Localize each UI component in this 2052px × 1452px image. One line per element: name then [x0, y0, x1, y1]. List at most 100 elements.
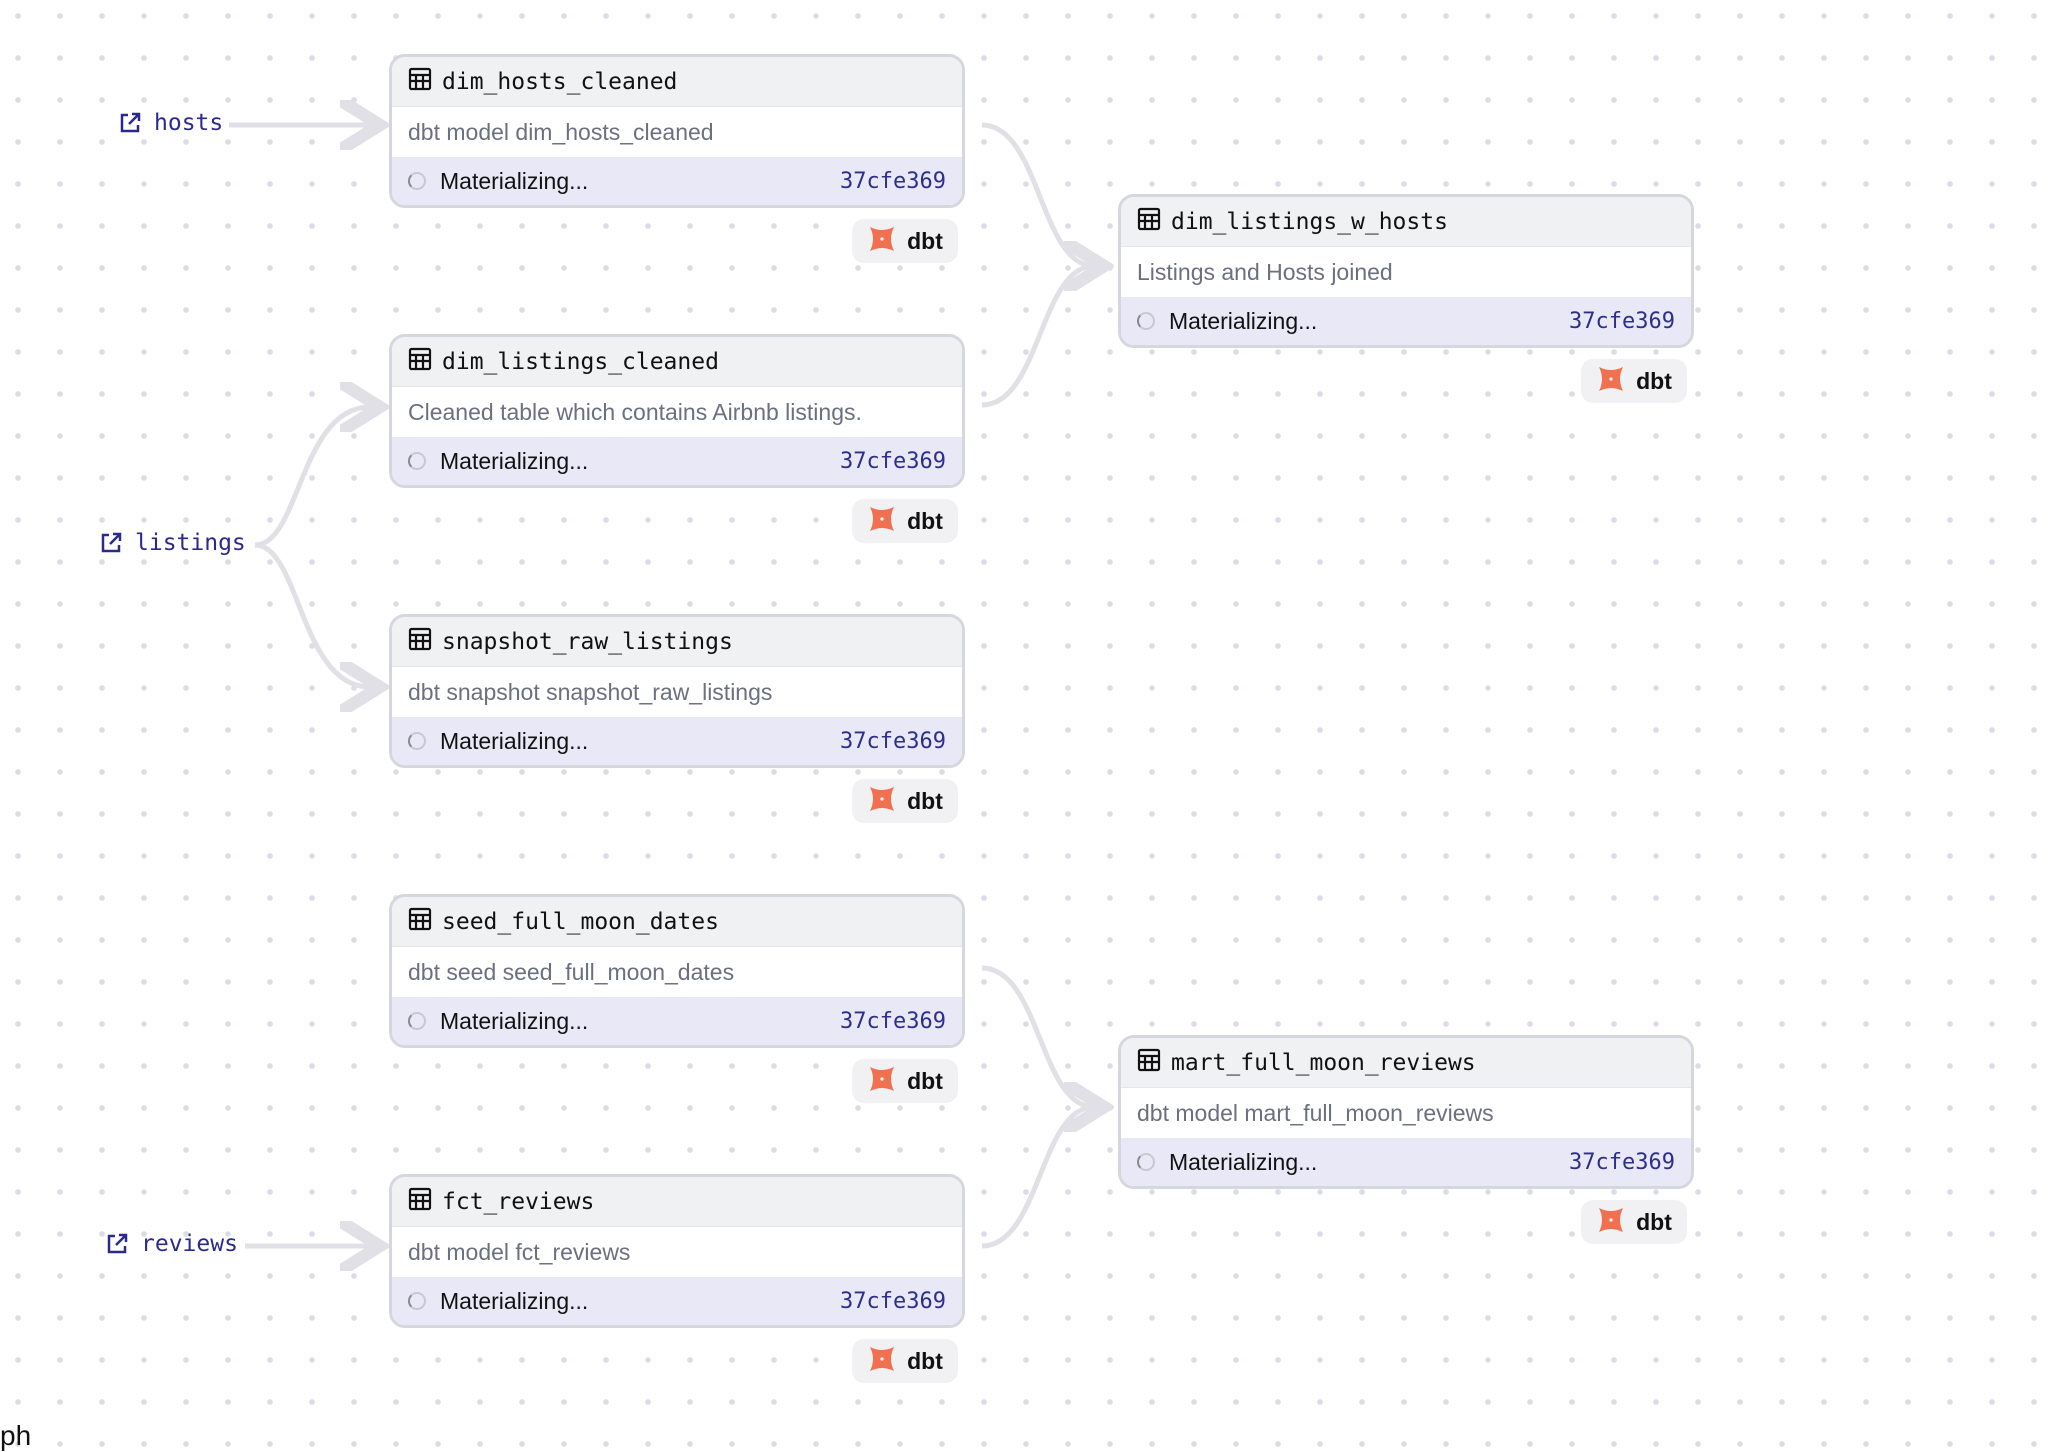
status-label: Materializing...	[440, 1007, 589, 1034]
dbt-badge: dbt	[852, 499, 958, 543]
spinner-icon	[408, 732, 426, 750]
node-status: Materializing... 37cfe369	[392, 157, 962, 205]
table-icon	[408, 627, 432, 656]
status-label: Materializing...	[440, 1287, 589, 1314]
node-status: Materializing... 37cfe369	[392, 717, 962, 765]
dbt-logo-icon	[1596, 364, 1626, 399]
model-node[interactable]: dim_hosts_cleaned dbt model dim_hosts_cl…	[389, 54, 965, 208]
model-node[interactable]: dim_listings_w_hosts Listings and Hosts …	[1118, 194, 1694, 348]
node-header: dim_listings_cleaned	[392, 337, 962, 387]
source-hosts[interactable]: hosts	[118, 110, 223, 136]
dbt-badge: dbt	[852, 1339, 958, 1383]
node-status: Materializing... 37cfe369	[392, 997, 962, 1045]
node-description: dbt seed seed_full_moon_dates	[408, 958, 735, 985]
table-icon	[408, 347, 432, 376]
spinner-icon	[408, 1292, 426, 1310]
node-status: Materializing... 37cfe369	[392, 437, 962, 485]
source-reviews[interactable]: reviews	[105, 1231, 238, 1257]
dbt-logo-icon	[867, 1344, 897, 1379]
status-label: Materializing...	[440, 727, 589, 754]
node-status: Materializing... 37cfe369	[1121, 1138, 1691, 1186]
status-label: Materializing...	[440, 447, 589, 474]
node-title: seed_full_moon_dates	[442, 908, 719, 935]
external-link-icon	[107, 1233, 128, 1254]
dbt-logo-icon	[867, 784, 897, 819]
node-title: snapshot_raw_listings	[442, 628, 733, 655]
node-title: mart_full_moon_reviews	[1171, 1049, 1476, 1076]
status-label: Materializing...	[1169, 1148, 1318, 1175]
node-description: Cleaned table which contains Airbnb list…	[408, 398, 862, 425]
node-description: dbt model mart_full_moon_reviews	[1137, 1099, 1494, 1126]
status-label: Materializing...	[1169, 307, 1318, 334]
badge-label: dbt	[907, 1067, 943, 1094]
code-version: 37cfe369	[840, 728, 946, 754]
external-link-icon	[120, 112, 141, 133]
badge-label: dbt	[907, 227, 943, 254]
table-icon	[408, 67, 432, 96]
code-version: 37cfe369	[840, 1288, 946, 1314]
dbt-badge: dbt	[852, 219, 958, 263]
badge-label: dbt	[1636, 1208, 1672, 1235]
spinner-icon	[1137, 312, 1155, 330]
badge-label: dbt	[1636, 367, 1672, 394]
node-description: dbt snapshot snapshot_raw_listings	[408, 678, 773, 705]
node-status: Materializing... 37cfe369	[1121, 297, 1691, 345]
edge-dim-listings-w-hosts	[981, 266, 1094, 408]
node-title: dim_listings_w_hosts	[1171, 208, 1448, 235]
node-title: dim_listings_cleaned	[442, 348, 719, 375]
table-icon	[408, 1187, 432, 1216]
edge-listings-dim-listings	[254, 407, 370, 548]
code-version: 37cfe369	[840, 168, 946, 194]
node-header: seed_full_moon_dates	[392, 897, 962, 947]
model-node[interactable]: seed_full_moon_dates dbt seed seed_full_…	[389, 894, 965, 1048]
table-icon	[1137, 207, 1161, 236]
dbt-badge: dbt	[852, 1059, 958, 1103]
model-node[interactable]: fct_reviews dbt model fct_reviews Materi…	[389, 1174, 965, 1328]
dbt-badge: dbt	[1581, 359, 1687, 403]
code-version: 37cfe369	[840, 448, 946, 474]
model-node[interactable]: dim_listings_cleaned Cleaned table which…	[389, 334, 965, 488]
model-node[interactable]: mart_full_moon_reviews dbt model mart_fu…	[1118, 1035, 1694, 1189]
edge-seed-mart	[981, 965, 1094, 1107]
node-title: dim_hosts_cleaned	[442, 68, 678, 95]
code-version: 37cfe369	[1569, 308, 1675, 334]
table-icon	[408, 907, 432, 936]
model-node[interactable]: snapshot_raw_listings dbt snapshot snaps…	[389, 614, 965, 768]
edges	[229, 0, 2052, 1444]
dbt-logo-icon	[867, 504, 897, 539]
spinner-icon	[408, 1012, 426, 1030]
edge-dim-hosts-w-hosts	[981, 122, 1094, 266]
table-icon	[1137, 1048, 1161, 1077]
spinner-icon	[1137, 1153, 1155, 1171]
dbt-badge: dbt	[852, 779, 958, 823]
node-description: dbt model dim_hosts_cleaned	[408, 118, 714, 145]
footer-text: ph	[0, 1420, 32, 1451]
code-version: 37cfe369	[840, 1008, 946, 1034]
source-name: hosts	[154, 110, 224, 136]
source-name: listings	[135, 530, 246, 556]
status-label: Materializing...	[440, 167, 589, 194]
node-header: mart_full_moon_reviews	[1121, 1038, 1691, 1088]
node-header: fct_reviews	[392, 1177, 962, 1227]
dbt-logo-icon	[867, 224, 897, 259]
badge-label: dbt	[907, 787, 943, 814]
node-header: snapshot_raw_listings	[392, 617, 962, 667]
node-description: Listings and Hosts joined	[1137, 258, 1393, 285]
node-header: dim_hosts_cleaned	[392, 57, 962, 107]
node-header: dim_listings_w_hosts	[1121, 197, 1691, 247]
node-status: Materializing... 37cfe369	[392, 1277, 962, 1325]
badge-label: dbt	[907, 507, 943, 534]
dbt-badge: dbt	[1581, 1200, 1687, 1244]
node-description: dbt model fct_reviews	[408, 1238, 631, 1265]
source-name: reviews	[141, 1231, 238, 1257]
external-link-icon	[101, 532, 122, 553]
code-version: 37cfe369	[1569, 1149, 1675, 1175]
dbt-logo-icon	[1596, 1205, 1626, 1240]
spinner-icon	[408, 172, 426, 190]
source-listings[interactable]: listings	[99, 530, 246, 556]
edge-listings-snapshot	[254, 542, 370, 687]
spinner-icon	[408, 452, 426, 470]
edge-fct-mart	[981, 1107, 1094, 1249]
badge-label: dbt	[907, 1347, 943, 1374]
dbt-logo-icon	[867, 1064, 897, 1099]
